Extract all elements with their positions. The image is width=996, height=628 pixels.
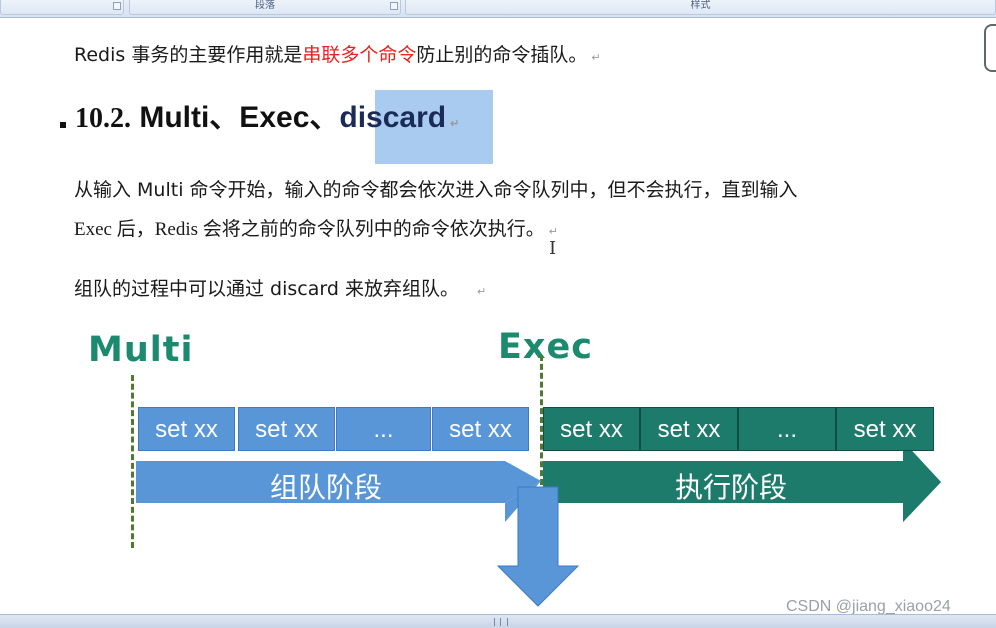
exec-stage-label: 执行阶段 xyxy=(675,471,788,504)
exec-arrow-tip xyxy=(903,441,941,522)
queue-stage-label: 组队阶段 xyxy=(270,471,383,504)
exec-box: set xx xyxy=(836,407,934,451)
queue-box: ... xyxy=(336,407,431,451)
queue-box: set xx xyxy=(432,407,529,451)
exec-box: set xx xyxy=(543,407,640,451)
exec-box: set xx xyxy=(640,407,738,451)
queue-box: set xx xyxy=(238,407,335,451)
exec-box: ... xyxy=(738,407,836,451)
resize-grip-icon[interactable] xyxy=(494,618,508,626)
status-bar xyxy=(0,614,996,628)
stage-arrows xyxy=(136,441,941,607)
queue-box: set xx xyxy=(138,407,235,451)
